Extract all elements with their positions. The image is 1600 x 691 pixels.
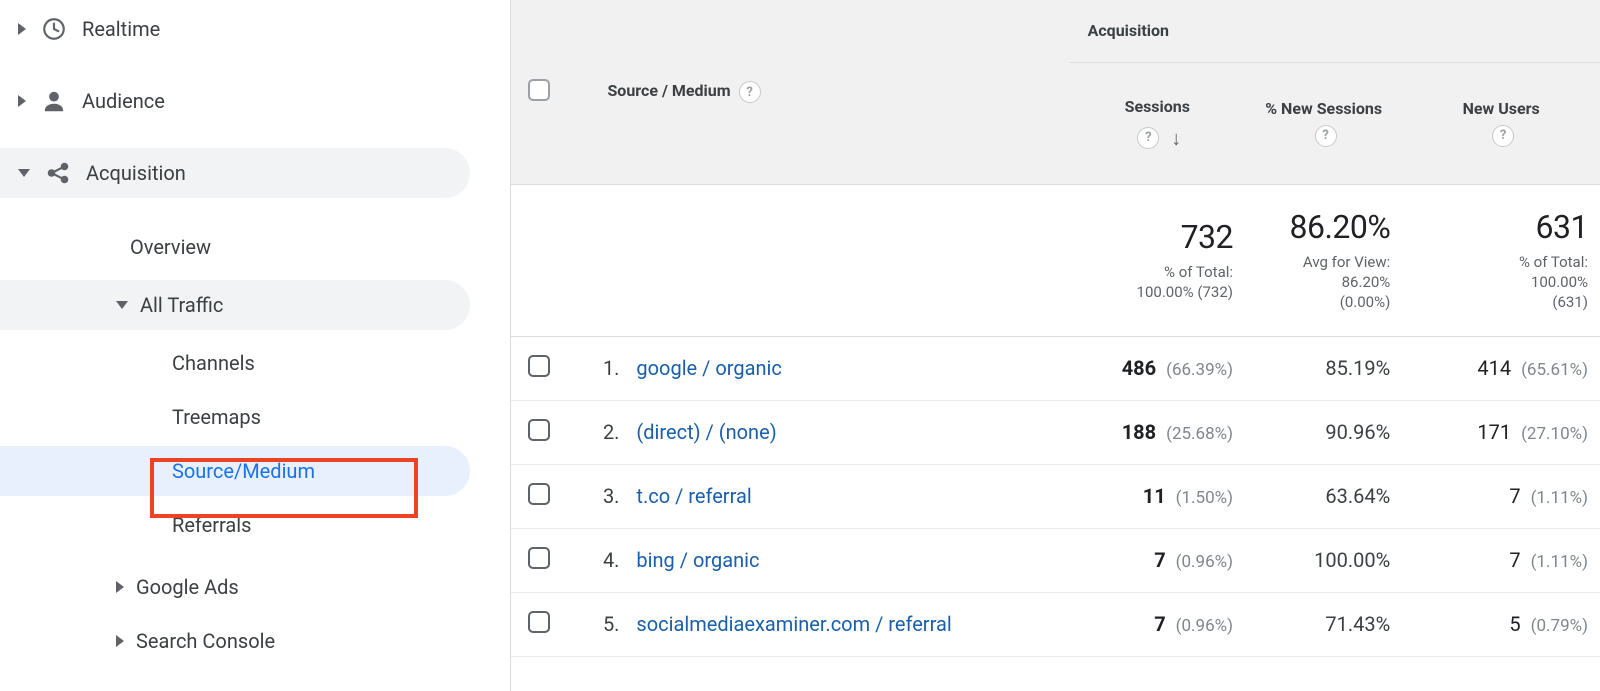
sidebar-item-acquisition[interactable]: Acquisition	[0, 148, 470, 198]
sessions-pct: (1.50%)	[1176, 488, 1233, 508]
row-checkbox[interactable]	[528, 419, 550, 441]
table-row: 5. socialmediaexaminer.com / referral 7 (…	[511, 592, 1600, 656]
sidebar-item-label: Audience	[82, 89, 165, 113]
report-table: Source / Medium ? Acquisition Sessions ?…	[511, 0, 1600, 657]
sessions-value: 11	[1143, 484, 1166, 508]
summary-row: 732 % of Total: 100.00% (732) 86.20% Avg…	[511, 184, 1600, 336]
sidebar-item-label: Source/Medium	[172, 459, 315, 483]
pct-new-sessions-value: 90.96%	[1325, 420, 1390, 444]
row-checkbox[interactable]	[528, 483, 550, 505]
pct-new-sessions-value: 100.00%	[1314, 548, 1390, 572]
sessions-pct: (66.39%)	[1166, 360, 1233, 380]
sidebar-subitem-overview[interactable]: Overview	[0, 222, 470, 272]
sidebar-item-label: Overview	[130, 235, 211, 259]
expand-icon	[116, 635, 124, 647]
pct-new-sessions-value: 63.64%	[1325, 484, 1390, 508]
column-header-pct-new-sessions[interactable]: % New Sessions ?	[1245, 62, 1402, 184]
new-users-pct: (0.79%)	[1531, 616, 1588, 636]
person-icon	[40, 87, 68, 115]
row-number: 4.	[583, 548, 619, 572]
source-medium-link[interactable]: (direct) / (none)	[636, 420, 776, 444]
pct-new-sessions-value: 71.43%	[1325, 612, 1390, 636]
new-users-value: 171	[1477, 420, 1511, 444]
new-users-pct: (1.11%)	[1531, 552, 1588, 572]
sidebar-subitem-google-ads[interactable]: Google Ads	[0, 562, 470, 612]
row-number: 1.	[583, 356, 619, 380]
sessions-value: 188	[1122, 420, 1156, 444]
row-checkbox[interactable]	[528, 611, 550, 633]
row-checkbox[interactable]	[528, 355, 550, 377]
sidebar-item-label: Acquisition	[86, 161, 186, 185]
sidebar-item-label: Referrals	[172, 513, 251, 537]
column-header-new-users[interactable]: New Users ?	[1402, 62, 1600, 184]
new-users-pct: (27.10%)	[1521, 424, 1588, 444]
sort-descending-icon: ↓	[1171, 126, 1181, 151]
sessions-pct: (25.68%)	[1166, 424, 1233, 444]
help-icon[interactable]: ?	[1315, 125, 1337, 147]
sidebar-item-label: Realtime	[82, 17, 160, 41]
sessions-pct: (0.96%)	[1176, 552, 1233, 572]
sessions-value: 486	[1122, 356, 1156, 380]
sidebar-item-realtime[interactable]: Realtime	[0, 4, 470, 54]
column-header-source-medium[interactable]: Source / Medium	[607, 81, 730, 100]
summary-pct-new-sessions: 86.20% Avg for View: 86.20% (0.00%)	[1245, 184, 1402, 336]
sidebar-item-label: Search Console	[136, 629, 275, 653]
table-row: 3. t.co / referral 11 (1.50%) 63.64% 7 (1.…	[511, 464, 1600, 528]
sidebar-item-label: Treemaps	[172, 405, 261, 429]
expand-icon	[18, 23, 26, 35]
row-number: 5.	[583, 612, 619, 636]
expand-icon	[116, 581, 124, 593]
sidebar-subsubitem-referrals[interactable]: Referrals	[0, 500, 470, 550]
summary-sessions: 732 % of Total: 100.00% (732)	[1070, 184, 1245, 336]
help-icon[interactable]: ?	[739, 81, 761, 103]
source-medium-link[interactable]: bing / organic	[636, 548, 759, 572]
sidebar-subsubitem-source-medium[interactable]: Source/Medium	[0, 446, 470, 496]
share-icon	[44, 159, 72, 187]
new-users-value: 414	[1477, 356, 1511, 380]
pct-new-sessions-value: 85.19%	[1325, 356, 1390, 380]
sidebar-item-label: Channels	[172, 351, 255, 375]
sidebar: Realtime Audience Acquisition Overview A…	[0, 0, 510, 691]
new-users-pct: (1.11%)	[1531, 488, 1588, 508]
help-icon[interactable]: ?	[1492, 125, 1514, 147]
new-users-value: 5	[1509, 612, 1520, 636]
new-users-value: 7	[1509, 484, 1520, 508]
sidebar-subitem-all-traffic[interactable]: All Traffic	[0, 280, 470, 330]
sessions-value: 7	[1154, 612, 1165, 636]
table-row: 4. bing / organic 7 (0.96%) 100.00% 7 (1.1…	[511, 528, 1600, 592]
table-row: 1. google / organic 486 (66.39%) 85.19% 4…	[511, 336, 1600, 400]
column-header-sessions[interactable]: Sessions ? ↓	[1070, 62, 1245, 184]
row-number: 2.	[583, 420, 619, 444]
help-icon[interactable]: ?	[1137, 127, 1159, 149]
expand-icon	[18, 95, 26, 107]
column-group-acquisition: Acquisition	[1070, 0, 1600, 62]
sidebar-subsubitem-treemaps[interactable]: Treemaps	[0, 392, 470, 442]
source-medium-link[interactable]: socialmediaexaminer.com / referral	[636, 612, 951, 636]
sessions-value: 7	[1154, 548, 1165, 572]
clock-icon	[40, 15, 68, 43]
select-all-checkbox[interactable]	[528, 79, 550, 101]
sidebar-item-label: All Traffic	[140, 293, 223, 317]
sidebar-subitem-search-console[interactable]: Search Console	[0, 616, 470, 666]
source-medium-link[interactable]: t.co / referral	[636, 484, 751, 508]
collapse-icon	[116, 301, 128, 309]
new-users-value: 7	[1509, 548, 1520, 572]
row-checkbox[interactable]	[528, 547, 550, 569]
row-number: 3.	[583, 484, 619, 508]
sessions-pct: (0.96%)	[1176, 616, 1233, 636]
sidebar-item-audience[interactable]: Audience	[0, 76, 470, 126]
sidebar-subsubitem-channels[interactable]: Channels	[0, 338, 470, 388]
collapse-icon	[18, 169, 30, 177]
summary-new-users: 631 % of Total: 100.00% (631)	[1402, 184, 1600, 336]
table-row: 2. (direct) / (none) 188(25.68%) 90.96% …	[511, 400, 1600, 464]
source-medium-link[interactable]: google / organic	[636, 356, 781, 380]
report-table-area: Source / Medium ? Acquisition Sessions ?…	[510, 0, 1600, 691]
sidebar-item-label: Google Ads	[136, 575, 239, 599]
new-users-pct: (65.61%)	[1521, 360, 1588, 380]
